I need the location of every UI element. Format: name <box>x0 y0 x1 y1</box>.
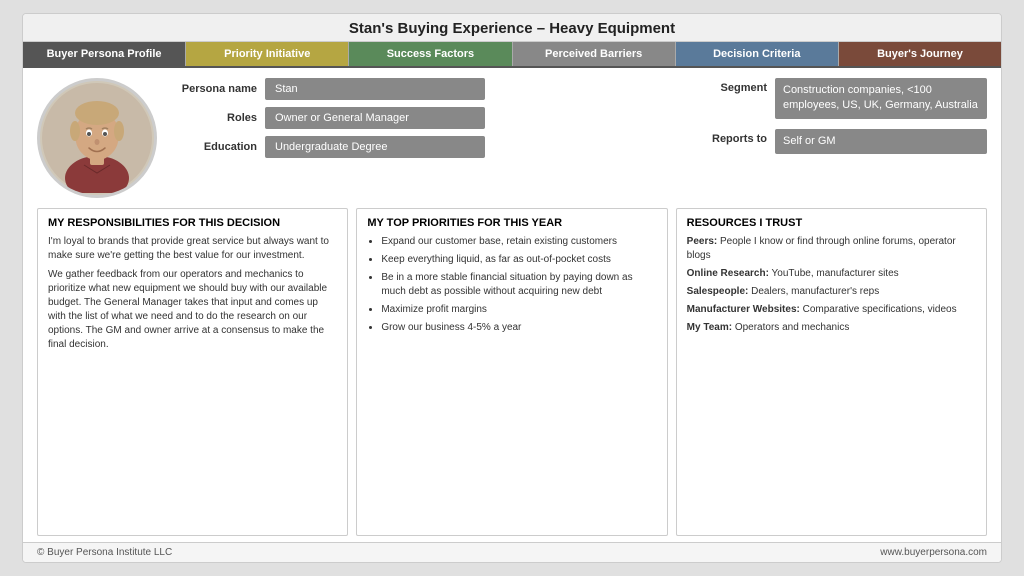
persona-roles-value: Owner or General Manager <box>265 107 485 129</box>
resource-item: Online Research: YouTube, manufacturer s… <box>687 267 976 281</box>
persona-education-value: Undergraduate Degree <box>265 136 485 158</box>
persona-name-value: Stan <box>265 78 485 100</box>
priority-item: Maximize profit margins <box>381 303 656 317</box>
resp-para-2: We gather feedback from our operators an… <box>48 268 337 352</box>
tab-buyer-persona[interactable]: Buyer Persona Profile <box>23 42 186 66</box>
priority-item: Expand our customer base, retain existin… <box>381 235 656 249</box>
priority-item: Grow our business 4-5% a year <box>381 321 656 335</box>
resource-item: Salespeople: Dealers, manufacturer's rep… <box>687 285 976 299</box>
resources-body: Peers: People I know or find through onl… <box>687 235 976 335</box>
tab-success[interactable]: Success Factors <box>349 42 512 66</box>
bottom-section: MY RESPONSIBILITIES FOR THIS DECISION I'… <box>37 208 987 536</box>
persona-name-label: Persona name <box>167 83 257 95</box>
tab-perceived[interactable]: Perceived Barriers <box>513 42 676 66</box>
persona-section: Persona name Stan Roles Owner or General… <box>37 78 987 198</box>
header-title: Stan's Buying Experience – Heavy Equipme… <box>23 14 1001 42</box>
footer-right: www.buyerpersona.com <box>880 547 987 558</box>
tab-journey[interactable]: Buyer's Journey <box>839 42 1001 66</box>
reports-row: Reports to Self or GM <box>697 129 987 154</box>
footer: © Buyer Persona Institute LLC www.buyerp… <box>23 542 1001 562</box>
priority-item: Be in a more stable financial situation … <box>381 271 656 299</box>
priorities-list: Expand our customer base, retain existin… <box>367 235 656 335</box>
persona-right: Segment Construction companies, <100 emp… <box>697 78 987 154</box>
segment-row: Segment Construction companies, <100 emp… <box>697 78 987 119</box>
footer-left: © Buyer Persona Institute LLC <box>37 547 172 558</box>
reports-value: Self or GM <box>775 129 987 154</box>
resource-item: My Team: Operators and mechanics <box>687 321 976 335</box>
title-text: Stan's Buying Experience – Heavy Equipme… <box>349 20 675 37</box>
persona-name-row: Persona name Stan <box>167 78 687 100</box>
resource-item: Manufacturer Websites: Comparative speci… <box>687 303 976 317</box>
reports-label: Reports to <box>697 129 767 145</box>
resources-title: RESOURCES I TRUST <box>687 217 976 229</box>
priorities-col: MY TOP PRIORITIES FOR THIS YEAR Expand o… <box>356 208 667 536</box>
responsibilities-title: MY RESPONSIBILITIES FOR THIS DECISION <box>48 217 337 229</box>
main-card: Stan's Buying Experience – Heavy Equipme… <box>22 13 1002 563</box>
tab-decision[interactable]: Decision Criteria <box>676 42 839 66</box>
avatar <box>37 78 157 198</box>
tab-priority[interactable]: Priority Initiative <box>186 42 349 66</box>
responsibilities-col: MY RESPONSIBILITIES FOR THIS DECISION I'… <box>37 208 348 536</box>
responsibilities-body: I'm loyal to brands that provide great s… <box>48 235 337 352</box>
segment-value: Construction companies, <100 employees, … <box>775 78 987 119</box>
segment-label: Segment <box>697 78 767 94</box>
priority-item: Keep everything liquid, as far as out-of… <box>381 253 656 267</box>
persona-education-row: Education Undergraduate Degree <box>167 136 687 158</box>
resource-item: Peers: People I know or find through onl… <box>687 235 976 263</box>
persona-roles-row: Roles Owner or General Manager <box>167 107 687 129</box>
persona-education-label: Education <box>167 141 257 153</box>
priorities-body: Expand our customer base, retain existin… <box>367 235 656 335</box>
resources-col: RESOURCES I TRUST Peers: People I know o… <box>676 208 987 536</box>
nav-tabs: Buyer Persona Profile Priority Initiativ… <box>23 42 1001 68</box>
persona-fields: Persona name Stan Roles Owner or General… <box>167 78 687 158</box>
content-area: Persona name Stan Roles Owner or General… <box>23 68 1001 542</box>
priorities-title: MY TOP PRIORITIES FOR THIS YEAR <box>367 217 656 229</box>
persona-roles-label: Roles <box>167 112 257 124</box>
resp-para-1: I'm loyal to brands that provide great s… <box>48 235 337 263</box>
